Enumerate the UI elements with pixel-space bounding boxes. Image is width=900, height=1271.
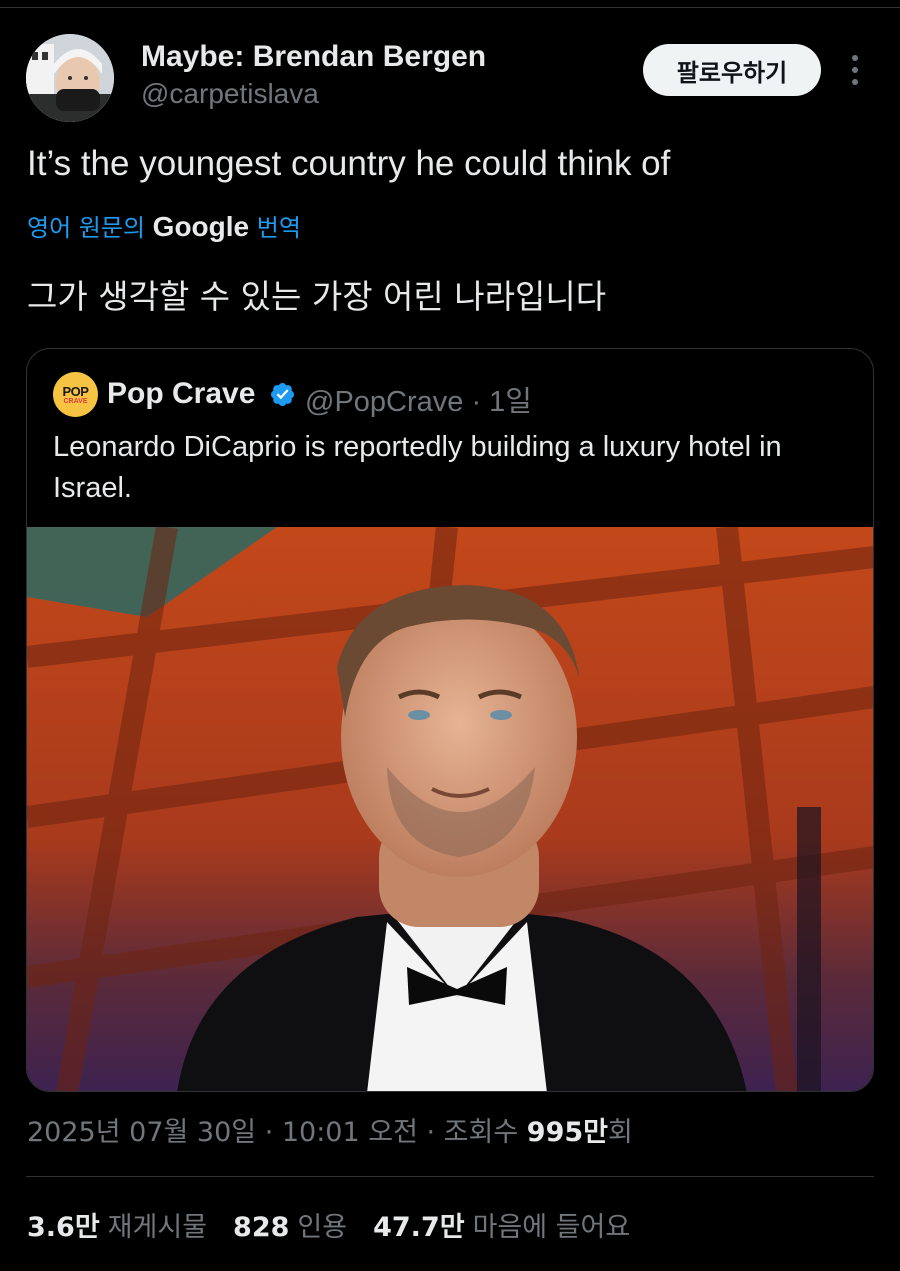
avatar-logo-top: POP: [62, 383, 89, 399]
engagement-stats: 3.6만 재게시물 828 인용 47.7만 마음에 들어요: [27, 1205, 656, 1244]
verified-badge-icon: [270, 382, 295, 407]
quoted-tweet-text: Leonardo DiCaprio is reportedly building…: [53, 431, 782, 504]
quotes-stat[interactable]: 828 인용: [233, 1205, 347, 1244]
more-icon[interactable]: [838, 50, 872, 90]
reposts-label: 재게시물: [107, 1212, 208, 1243]
translation-suffix: 번역: [256, 214, 301, 242]
follow-button[interactable]: 팔로우하기: [643, 44, 821, 96]
quotes-count: 828: [233, 1212, 290, 1243]
avatar-logo-bottom: CRAVE: [63, 397, 88, 405]
author-name[interactable]: Maybe: Brendan Bergen: [141, 40, 486, 74]
author-avatar[interactable]: [26, 34, 114, 122]
translated-text: 그가 생각할 수 있는 가장 어린 나라입니다: [27, 277, 607, 316]
author-handle[interactable]: @carpetislava: [141, 78, 319, 110]
divider: [26, 1176, 874, 1177]
view-count-suffix: 회: [607, 1117, 633, 1148]
quotes-label: 인용: [297, 1212, 348, 1243]
likes-count: 47.7만: [373, 1212, 465, 1243]
google-brand: Google: [152, 211, 250, 242]
translation-prefix: 영어 원문의: [27, 214, 146, 242]
popcrave-avatar[interactable]: POP CRAVE: [53, 372, 98, 417]
tweet-text: It’s the youngest country he could think…: [27, 144, 671, 183]
quoted-author-name[interactable]: Pop Crave: [107, 377, 255, 411]
quoted-tweet-card[interactable]: POP CRAVE Pop Crave @PopCrave · 1일 Leona…: [26, 348, 874, 1092]
view-count: 995만: [526, 1117, 608, 1148]
likes-stat[interactable]: 47.7만 마음에 들어요: [373, 1205, 630, 1244]
top-border: [0, 0, 900, 8]
quoted-author-handle-time: @PopCrave · 1일: [305, 386, 532, 418]
timestamp-text: 2025년 07월 30일 · 10:01 오전 · 조회수: [27, 1117, 527, 1148]
likes-label: 마음에 들어요: [472, 1212, 631, 1243]
reposts-stat[interactable]: 3.6만 재게시물: [27, 1205, 207, 1244]
tweet-timestamp: 2025년 07월 30일 · 10:01 오전 · 조회수 995만회: [27, 1110, 633, 1149]
reposts-count: 3.6만: [27, 1212, 100, 1243]
quoted-tweet-photo[interactable]: [27, 527, 873, 1091]
translation-link[interactable]: 영어 원문의 Google 번역: [27, 208, 301, 243]
